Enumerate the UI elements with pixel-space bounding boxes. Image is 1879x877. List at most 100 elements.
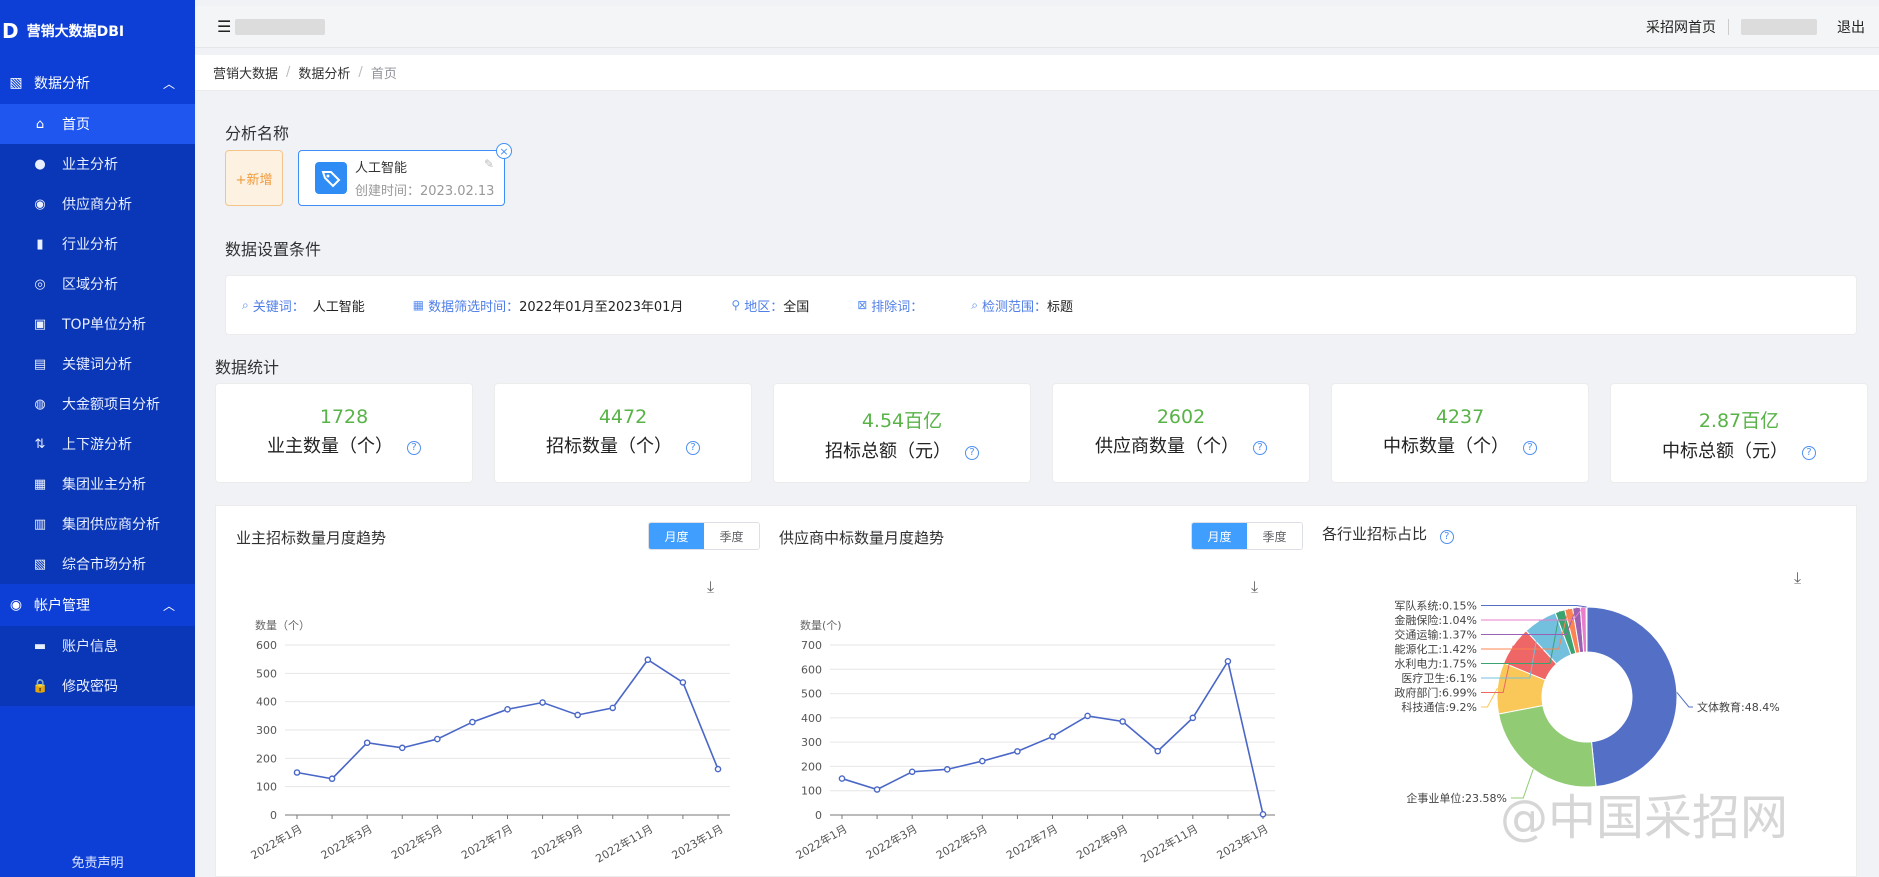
analysis-created-date: 创建时间：2023.02.13	[355, 184, 495, 199]
sidebar-item[interactable]: ⌂ 首页	[0, 104, 195, 144]
y-axis-label: 数量（个）	[255, 619, 310, 632]
sidebar-item-label: 区域分析	[62, 277, 118, 293]
sidebar-item-label: 供应商分析	[62, 197, 132, 213]
add-analysis-button[interactable]: +新增	[225, 150, 283, 206]
sidebar-item-label: 上下游分析	[62, 437, 132, 453]
menu-toggle-icon[interactable]: ☰	[217, 17, 231, 36]
slice-label: 水利电力:1.75%	[1394, 658, 1477, 671]
toggle-month[interactable]: 月度	[649, 523, 704, 549]
monitor-chart-icon: ▧	[9, 75, 23, 91]
close-icon[interactable]: ×	[496, 143, 512, 159]
filter-keyword: ⌕ 关键词： 人工智能	[242, 297, 365, 315]
lock-icon: 🔒	[32, 678, 49, 694]
submenu-account: ▬ 账户信息 🔒 修改密码	[0, 626, 195, 706]
help-icon[interactable]: ?	[1802, 446, 1816, 460]
y-tick-label: 100	[801, 785, 822, 798]
data-point	[979, 757, 986, 765]
help-icon[interactable]: ?	[686, 441, 700, 455]
data-point	[943, 766, 951, 773]
data-point	[469, 718, 476, 726]
top-icon: ▣	[33, 316, 47, 332]
y-tick-label: 400	[801, 712, 822, 725]
y-tick-label: 200	[256, 752, 277, 765]
brand[interactable]: D 营销大数据DBI	[0, 0, 195, 62]
toggle-quarter[interactable]: 季度	[1247, 523, 1302, 549]
message-icon: ▬	[33, 638, 47, 654]
stat-label: 招标总额（元）?	[774, 437, 1030, 463]
breadcrumb-item[interactable]: 营销大数据	[213, 63, 278, 82]
data-point	[1224, 657, 1232, 665]
data-point	[1154, 747, 1162, 755]
stat-label: 中标总额（元）?	[1611, 437, 1867, 463]
sidebar-item[interactable]: ● 业主分析	[0, 144, 195, 184]
logout-link[interactable]: 退出	[1837, 17, 1865, 37]
filter-region: ⚲ 地区： 全国	[731, 298, 810, 315]
account-group-icon: ◉	[9, 597, 23, 613]
sidebar-item[interactable]: 🔒 修改密码	[0, 666, 195, 706]
y-tick-label: 100	[256, 781, 277, 794]
keyword-icon: ▤	[33, 356, 47, 372]
sidebar-item[interactable]: ▣ TOP单位分析	[0, 304, 195, 344]
divider	[1728, 18, 1729, 35]
sidebar-item[interactable]: ▤ 关键词分析	[0, 344, 195, 384]
stat-value: 2602	[1156, 406, 1206, 428]
sidebar-item[interactable]: ▧ 综合市场分析	[0, 544, 195, 584]
industry-chart-title: 各行业招标占比 ?	[1322, 523, 1454, 544]
owner-period-toggle: 月度 季度	[648, 522, 760, 550]
sidebar-item[interactable]: ▮ 行业分析	[0, 224, 195, 264]
y-tick-label: 300	[801, 736, 822, 749]
user-icon: ●	[34, 156, 46, 172]
sidebar-item[interactable]: ▦ 集团业主分析	[0, 464, 195, 504]
download-icon[interactable]: ⤓	[707, 577, 714, 597]
x-tick-label: 2022年1月	[793, 821, 849, 862]
sidebar-item[interactable]: ▥ 集团供应商分析	[0, 504, 195, 544]
data-point	[504, 706, 511, 713]
stat-label: 供应商数量（个）?	[1053, 432, 1309, 458]
x-tick-label: 2022年9月	[1074, 821, 1130, 862]
x-tick-label: 2022年11月	[593, 821, 655, 865]
help-icon[interactable]: ?	[965, 446, 979, 460]
stat-card: 4.54百亿 招标总额（元）?	[773, 383, 1031, 483]
menu-group-account[interactable]: ◉ 帐户管理 ︿	[0, 584, 195, 626]
label-line	[1481, 687, 1498, 708]
breadcrumb-item[interactable]: 数据分析	[298, 63, 350, 82]
sidebar-item[interactable]: ◉ 供应商分析	[0, 184, 195, 224]
download-icon[interactable]: ⤓	[1794, 568, 1801, 588]
series-line	[296, 658, 719, 780]
download-icon[interactable]: ⤓	[1251, 577, 1258, 597]
brand-name: 营销大数据DBI	[26, 24, 125, 40]
help-icon[interactable]: ?	[1523, 441, 1537, 455]
x-tick-label: 2022年9月	[529, 821, 585, 862]
y-tick-label: 600	[256, 639, 277, 652]
slice-label: 能源化工:1.42%	[1394, 642, 1477, 656]
sidebar-item[interactable]: ◍ 大金额项目分析	[0, 384, 195, 424]
owner-line-chart: 数量（个） 0 100 200 300 400 500 600 2022年1月 2022年3月 20…	[248, 619, 730, 866]
sidebar-item-label: 行业分析	[62, 237, 118, 253]
menu-group-label: 帐户管理	[34, 598, 90, 614]
x-tick-label: 2022年5月	[933, 821, 989, 862]
toggle-month[interactable]: 月度	[1192, 523, 1247, 549]
analysis-card[interactable]: 人工智能 创建时间：2023.02.13 ✎ ×	[298, 143, 512, 206]
pie-slice	[1498, 704, 1597, 788]
sidebar-item-label: 修改密码	[62, 679, 118, 695]
y-tick-label: 300	[256, 724, 277, 737]
sidebar-item[interactable]: ◎ 区域分析	[0, 264, 195, 304]
home-link[interactable]: 采招网首页	[1646, 17, 1716, 37]
help-icon[interactable]: ?	[1439, 530, 1454, 544]
sidebar-item-label: TOP单位分析	[62, 317, 147, 333]
stat-card: 2.87百亿 中标总额（元）?	[1610, 383, 1868, 483]
edit-icon[interactable]: ✎	[484, 157, 494, 171]
slice-label: 企事业单位:23.58%	[1406, 791, 1507, 805]
help-icon[interactable]: ?	[407, 441, 421, 455]
disclaimer-link[interactable]: 免责声明	[0, 852, 195, 871]
toggle-quarter[interactable]: 季度	[704, 523, 759, 549]
help-icon[interactable]: ?	[1253, 441, 1267, 455]
y-axis-label: 数量(个)	[800, 619, 842, 632]
tag-icon	[315, 162, 347, 194]
sidebar-item[interactable]: ▬ 账户信息	[0, 626, 195, 666]
menu-group-data-analysis[interactable]: ▧ 数据分析 ︿	[0, 62, 195, 104]
sidebar-item[interactable]: ⇅ 上下游分析	[0, 424, 195, 464]
pie-slice	[1586, 606, 1678, 788]
money-bag-icon: ◍	[34, 396, 46, 412]
data-point	[1189, 714, 1197, 722]
